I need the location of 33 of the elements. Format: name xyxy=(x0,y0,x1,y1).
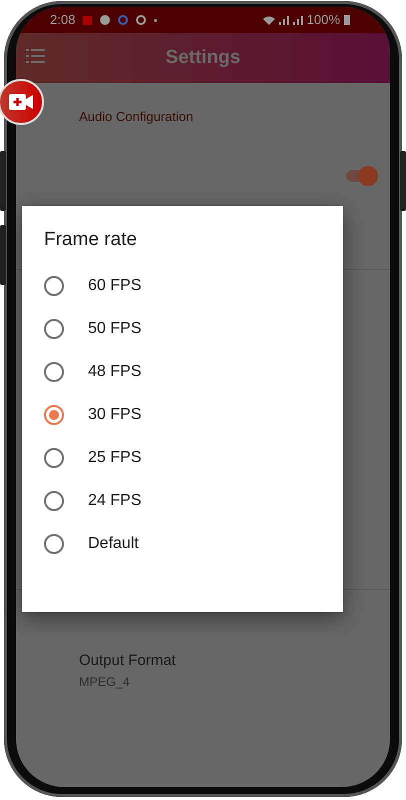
radio-button[interactable] xyxy=(44,448,64,468)
notification-icon xyxy=(100,15,110,25)
toggle-switch[interactable] xyxy=(358,166,378,186)
battery-icon xyxy=(344,15,350,25)
wifi-icon xyxy=(262,16,275,24)
dot-icon xyxy=(154,18,158,22)
radio-option[interactable]: 25 FPS xyxy=(22,436,343,480)
radio-button[interactable] xyxy=(44,534,64,554)
notification-icon xyxy=(136,15,146,25)
notification-icon xyxy=(83,16,92,24)
radio-option[interactable]: 50 FPS xyxy=(22,308,343,350)
radio-button[interactable] xyxy=(44,319,64,339)
radio-button[interactable] xyxy=(44,276,64,296)
signal-icon xyxy=(292,16,303,24)
radio-button[interactable] xyxy=(44,405,64,425)
signal-icon xyxy=(278,16,289,24)
radio-option[interactable]: 30 FPS xyxy=(22,394,343,436)
notification-icon xyxy=(118,15,128,25)
radio-option[interactable]: 48 FPS xyxy=(22,350,343,394)
battery-text: 100% xyxy=(306,11,340,30)
radio-button[interactable] xyxy=(44,362,64,382)
video-plus-icon xyxy=(9,94,33,110)
radio-button[interactable] xyxy=(44,491,64,511)
setting-title: Output Format xyxy=(79,651,177,671)
radio-option[interactable]: 60 FPS xyxy=(22,264,343,308)
screen-title: Settings xyxy=(166,46,240,70)
radio-option[interactable]: 24 FPS xyxy=(22,480,343,522)
clock-text: 2:08 xyxy=(50,11,76,30)
video-add-button[interactable] xyxy=(0,79,44,125)
dialog-title: Frame rate xyxy=(43,228,138,252)
radio-option[interactable]: Default xyxy=(22,522,343,566)
section-header: Audio Configuration xyxy=(79,109,194,124)
setting-value: MPEG_4 xyxy=(79,674,131,690)
